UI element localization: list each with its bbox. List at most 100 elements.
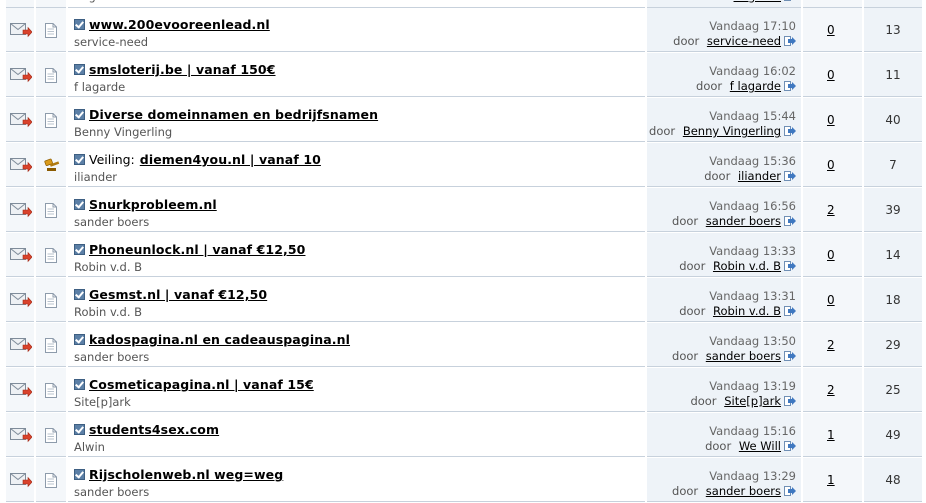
thread-row: Rogover door Rogover [0, 0, 926, 8]
last-post-user-link[interactable]: Rogover [734, 0, 781, 3]
icon-cell [36, 143, 66, 187]
go-to-last-post-icon[interactable] [784, 486, 796, 496]
document-icon [45, 428, 57, 443]
go-to-last-post-icon[interactable] [784, 306, 796, 316]
replies-cell: 0 [803, 98, 862, 142]
topic-title-link[interactable]: Rijscholenweb.nl weg=weg [89, 467, 283, 482]
go-to-last-post-icon[interactable] [784, 126, 796, 136]
go-to-last-post-icon[interactable] [784, 81, 796, 91]
topic-title-link[interactable]: Snurkprobleem.nl [89, 197, 217, 212]
topic-title-link[interactable]: Gesmst.nl | vanaf €12,50 [89, 287, 267, 302]
icon-cell [36, 98, 66, 142]
replies-count-link[interactable]: 2 [827, 383, 835, 397]
replies-count-link[interactable]: 1 [827, 473, 835, 487]
views-count: 13 [885, 23, 901, 37]
new-post-mail-icon[interactable] [10, 247, 32, 263]
last-post-user-link[interactable]: Robin v.d. B [713, 304, 781, 318]
topic-title-link[interactable]: Diverse domeinnamen en bedrijfsnamen [89, 107, 378, 122]
go-to-last-post-icon[interactable] [784, 216, 796, 226]
document-icon [45, 473, 57, 488]
topic-cell: www.200evooreenlead.nl service-need [68, 8, 645, 52]
topic-title-link[interactable]: smsloterij.be | vanaf 150€ [89, 62, 276, 77]
topic-title-link[interactable]: kadospagina.nl en cadeauspagina.nl [89, 332, 350, 347]
new-post-mail-icon[interactable] [10, 202, 32, 218]
go-to-last-post-icon[interactable] [784, 441, 796, 451]
topic-cell: Snurkprobleem.nl sander boers [68, 188, 645, 232]
last-post-user-link[interactable]: sander boers [706, 214, 781, 228]
views-cell [864, 0, 922, 8]
replies-count-link[interactable]: 2 [827, 203, 835, 217]
topic-cell: Rogover [68, 0, 645, 8]
icon-cell [36, 0, 66, 8]
topic-cell: Rijscholenweb.nl weg=weg sander boers [68, 458, 645, 502]
views-count: 7 [889, 158, 897, 172]
replies-count-link[interactable]: 0 [827, 293, 835, 307]
replies-cell [803, 0, 862, 8]
replies-count-link[interactable]: 0 [827, 68, 835, 82]
views-cell: 48 [864, 458, 922, 502]
last-post-user-link[interactable]: iliander [738, 169, 781, 183]
go-to-last-post-icon[interactable] [784, 261, 796, 271]
last-post-user-link[interactable]: We Will [739, 439, 781, 453]
thread-row: smsloterij.be | vanaf 150€ f lagarde Van… [0, 53, 926, 98]
replies-count-link[interactable]: 0 [827, 113, 835, 127]
go-to-last-post-icon[interactable] [784, 0, 796, 1]
go-to-last-post-icon[interactable] [784, 171, 796, 181]
views-cell: 14 [864, 233, 922, 277]
topic-title-link[interactable]: diemen4you.nl | vanaf 10 [140, 152, 321, 167]
topic-starter: service-need [74, 35, 149, 49]
by-label: door [700, 0, 726, 3]
new-post-mail-icon[interactable] [10, 157, 32, 173]
replies-count-link[interactable]: 0 [827, 23, 835, 37]
new-post-mail-icon[interactable] [10, 22, 32, 38]
last-post-date: Vandaag 15:16 [709, 424, 796, 438]
last-post-date: Vandaag 13:31 [709, 289, 796, 303]
replies-count-link[interactable]: 1 [827, 428, 835, 442]
thread-row: Phoneunlock.nl | vanaf €12,50 Robin v.d.… [0, 233, 926, 278]
new-post-mail-icon[interactable] [10, 427, 32, 443]
status-cell [6, 413, 34, 457]
replies-count-link[interactable]: 0 [827, 248, 835, 262]
go-to-last-post-icon[interactable] [784, 396, 796, 406]
topic-starter: Robin v.d. B [74, 260, 143, 274]
last-post-date: Vandaag 13:50 [709, 334, 796, 348]
new-post-mail-icon[interactable] [10, 292, 32, 308]
topic-starter: Alwin [74, 440, 105, 454]
replies-count-link[interactable]: 0 [827, 158, 835, 172]
last-post-cell: Vandaag 13:31 door Robin v.d. B [647, 278, 801, 322]
by-label: door [672, 349, 699, 363]
new-post-mail-icon[interactable] [10, 112, 32, 128]
topic-cell: smsloterij.be | vanaf 150€ f lagarde [68, 53, 645, 97]
last-post-user-link[interactable]: f lagarde [730, 79, 781, 93]
by-label: door [672, 214, 699, 228]
checkmark-icon [74, 109, 85, 120]
last-post-cell: Vandaag 13:33 door Robin v.d. B [647, 233, 801, 277]
topic-title-link[interactable]: students4sex.com [89, 422, 219, 437]
icon-cell [36, 233, 66, 277]
last-post-user-link[interactable]: Site[p]ark [724, 394, 781, 408]
topic-title-link[interactable]: Phoneunlock.nl | vanaf €12,50 [89, 242, 305, 257]
by-label: door [672, 484, 699, 498]
icon-cell [36, 8, 66, 52]
icon-cell [36, 53, 66, 97]
topic-title-link[interactable]: www.200evooreenlead.nl [89, 17, 270, 32]
new-post-mail-icon[interactable] [10, 472, 32, 488]
last-post-date: Vandaag 13:19 [709, 379, 796, 393]
last-post-user-link[interactable]: sander boers [706, 349, 781, 363]
new-post-mail-icon[interactable] [10, 67, 32, 83]
last-post-date: Vandaag 13:29 [709, 469, 796, 483]
last-post-user-link[interactable]: sander boers [706, 484, 781, 498]
thread-row: students4sex.com Alwin Vandaag 15:16 doo… [0, 413, 926, 458]
topic-title-link[interactable]: Cosmeticapagina.nl | vanaf 15€ [89, 377, 314, 392]
replies-count-link[interactable]: 2 [827, 338, 835, 352]
last-post-user-link[interactable]: Benny Vingerling [683, 124, 781, 138]
checkmark-icon [74, 379, 85, 390]
last-post-user-link[interactable]: Robin v.d. B [713, 259, 781, 273]
go-to-last-post-icon[interactable] [784, 351, 796, 361]
topic-starter: Robin v.d. B [74, 305, 143, 319]
new-post-mail-icon[interactable] [10, 337, 32, 353]
new-post-mail-icon[interactable] [10, 382, 32, 398]
by-label: door [704, 169, 731, 183]
last-post-user-link[interactable]: service-need [707, 34, 781, 48]
go-to-last-post-icon[interactable] [784, 36, 796, 46]
